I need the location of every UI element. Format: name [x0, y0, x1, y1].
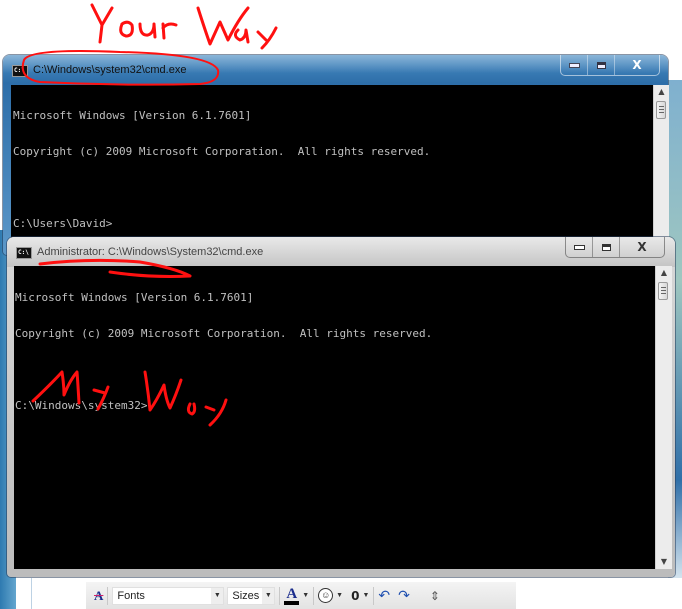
font-family-value: Fonts: [117, 589, 145, 602]
scroll-up-arrow-icon[interactable]: ▲: [654, 85, 669, 99]
minimize-button[interactable]: [566, 237, 593, 257]
scroll-down-arrow-icon[interactable]: ▼: [656, 555, 672, 569]
chevron-down-icon: ▼: [211, 587, 224, 604]
console-line: Microsoft Windows [Version 6.1.7601]: [15, 291, 254, 304]
minimize-icon: [574, 245, 584, 249]
close-button[interactable]: X: [615, 55, 659, 75]
title-bar[interactable]: C:\ C:\Windows\system32\cmd.exe X: [3, 55, 668, 85]
chevron-down-icon: ▼: [302, 592, 310, 599]
chevron-down-icon: ▼: [362, 592, 370, 599]
console-line: Copyright (c) 2009 Microsoft Corporation…: [13, 145, 431, 158]
console-prompt: C:\Windows\system32>: [15, 399, 148, 412]
toolbar-separator: [279, 586, 281, 605]
maximize-button[interactable]: [593, 237, 620, 257]
redo-button[interactable]: ↷: [398, 586, 410, 606]
cmd-window-user[interactable]: C:\ C:\Windows\system32\cmd.exe X Micros…: [3, 55, 669, 255]
window-title: Administrator: C:\Windows\System32\cmd.e…: [37, 246, 264, 258]
toolbar-separator: [313, 586, 315, 605]
paperclip-icon: 0: [351, 588, 360, 603]
maximize-button[interactable]: [588, 55, 615, 75]
chevron-down-icon: ▼: [336, 592, 344, 599]
window-controls: X: [565, 237, 665, 258]
close-icon: X: [637, 240, 647, 254]
chevron-down-icon: ▼: [262, 587, 275, 604]
console-output[interactable]: Microsoft Windows [Version 6.1.7601] Cop…: [11, 85, 653, 255]
expand-toolbar-button[interactable]: ⇕: [430, 586, 440, 606]
minimize-button[interactable]: [561, 55, 588, 75]
console-line: Microsoft Windows [Version 6.1.7601]: [13, 109, 252, 122]
vertical-scrollbar[interactable]: ▲ ▼: [655, 266, 672, 569]
toolbar-separator: [107, 586, 109, 605]
editor-area: A Fonts ▼ Sizes ▼ A ▼ ☺ ▼ 0 ▼ ↶ ↷ ⇕: [16, 578, 682, 609]
close-icon: X: [632, 58, 642, 72]
font-family-select[interactable]: Fonts ▼: [112, 586, 225, 605]
expand-icon: ⇕: [429, 588, 440, 603]
vertical-scrollbar[interactable]: ▲: [653, 85, 669, 255]
toolbar-separator: [373, 586, 375, 605]
scroll-thumb[interactable]: [658, 282, 668, 300]
console-output[interactable]: Microsoft Windows [Version 6.1.7601] Cop…: [14, 266, 655, 569]
clear-formatting-button[interactable]: A: [94, 586, 103, 606]
annotation-your-way: [90, 3, 278, 50]
attach-button[interactable]: 0 ▼: [351, 586, 369, 606]
title-bar[interactable]: C:\ Administrator: C:\Windows\System32\c…: [7, 237, 675, 267]
font-color-icon: A: [284, 586, 300, 605]
scroll-up-arrow-icon[interactable]: ▲: [656, 266, 672, 280]
redo-icon: ↷: [398, 587, 410, 603]
window-controls: X: [560, 55, 660, 76]
undo-button[interactable]: ↶: [378, 586, 390, 606]
cmd-icon: C:\: [16, 247, 32, 259]
formatting-toolbar: A Fonts ▼ Sizes ▼ A ▼ ☺ ▼ 0 ▼ ↶ ↷ ⇕: [86, 582, 516, 609]
minimize-icon: [569, 63, 579, 67]
maximize-icon: [596, 61, 606, 69]
console-prompt: C:\Users\David>: [13, 217, 113, 230]
emoticon-button[interactable]: ☺ ▼: [318, 586, 343, 606]
cmd-window-admin[interactable]: C:\ Administrator: C:\Windows\System32\c…: [7, 237, 675, 577]
font-size-select[interactable]: Sizes ▼: [227, 586, 276, 605]
cmd-icon: C:\: [12, 65, 28, 77]
window-title: C:\Windows\system32\cmd.exe: [33, 64, 187, 76]
close-button[interactable]: X: [620, 237, 664, 257]
scroll-thumb[interactable]: [656, 101, 666, 119]
editor-margin: [16, 578, 32, 609]
console-line: Copyright (c) 2009 Microsoft Corporation…: [15, 327, 433, 340]
font-size-value: Sizes: [232, 589, 260, 602]
font-color-button[interactable]: A ▼: [284, 586, 309, 606]
smiley-icon: ☺: [318, 588, 334, 603]
undo-icon: ↶: [378, 587, 391, 603]
maximize-icon: [601, 243, 611, 251]
clear-formatting-icon: A: [94, 587, 104, 603]
